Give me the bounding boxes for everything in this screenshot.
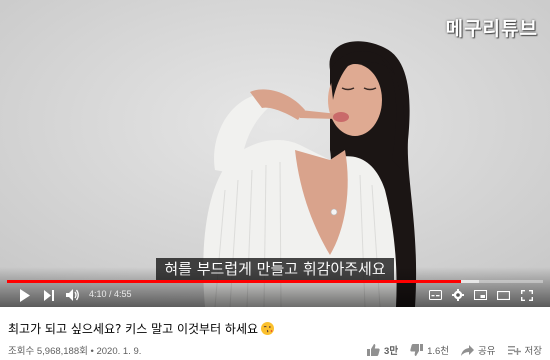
progress-buffered: [460, 280, 479, 283]
subtitles-button[interactable]: [428, 286, 442, 304]
controls-gradient: [0, 267, 550, 307]
video-meta: 조회수 5,968,188회 • 2020. 1. 9.: [8, 343, 141, 357]
video-title-text: 최고가 되고 싶으세요? 키스 말고 이것부터 하세요: [8, 322, 259, 336]
volume-icon: [66, 289, 79, 301]
fullscreen-button[interactable]: [520, 286, 534, 304]
video-info: 최고가 되고 싶으세요? 키스 말고 이것부터 하세요 조회수 5,968,18…: [0, 307, 550, 360]
save-label: 저장: [524, 346, 542, 357]
channel-watermark: 메구리튜브: [445, 18, 538, 40]
playlist-add-icon: [507, 345, 521, 355]
subtitles-icon: [428, 290, 442, 300]
view-count: 조회수 5,968,188회: [8, 346, 88, 357]
fullscreen-icon: [521, 289, 533, 301]
dislike-button[interactable]: 1.6천: [410, 343, 449, 357]
miniplayer-icon: [473, 290, 487, 300]
time-display: 4:10 / 4:55: [89, 289, 132, 299]
volume-button[interactable]: [64, 286, 82, 304]
skip-next-icon: [43, 289, 54, 301]
theater-mode-button[interactable]: [496, 286, 510, 304]
save-button[interactable]: 저장: [507, 343, 542, 357]
progress-bar[interactable]: [7, 280, 543, 283]
next-button[interactable]: [41, 286, 57, 304]
meta-separator: •: [90, 346, 94, 357]
kissing-face-emoji-icon: [261, 322, 275, 335]
time-total: 4:55: [114, 289, 132, 299]
thumbs-up-icon: [367, 344, 380, 356]
upload-date: 2020. 1. 9.: [96, 346, 142, 357]
share-icon: [461, 344, 475, 356]
play-button[interactable]: [16, 286, 34, 304]
like-count: 3만: [384, 346, 399, 357]
share-button[interactable]: 공유: [461, 343, 496, 357]
video-actions: 3만 1.6천 공유 저장: [355, 343, 542, 357]
theater-icon: [496, 290, 510, 300]
progress-played: [7, 280, 461, 283]
time-separator: /: [106, 289, 115, 299]
share-label: 공유: [478, 346, 496, 357]
dislike-count: 1.6천: [427, 346, 450, 357]
time-current: 4:10: [89, 289, 107, 299]
video-player[interactable]: 메구리튜브 혀를 부드럽게 만들고 휘감아주세요 4:10 / 4:55: [0, 0, 550, 307]
miniplayer-button[interactable]: [473, 286, 487, 304]
like-button[interactable]: 3만: [367, 343, 398, 357]
settings-button[interactable]: [451, 286, 465, 304]
thumbs-down-icon: [410, 344, 424, 356]
video-title: 최고가 되고 싶으세요? 키스 말고 이것부터 하세요: [8, 320, 275, 337]
gear-icon: [452, 289, 464, 301]
play-icon: [20, 288, 30, 302]
